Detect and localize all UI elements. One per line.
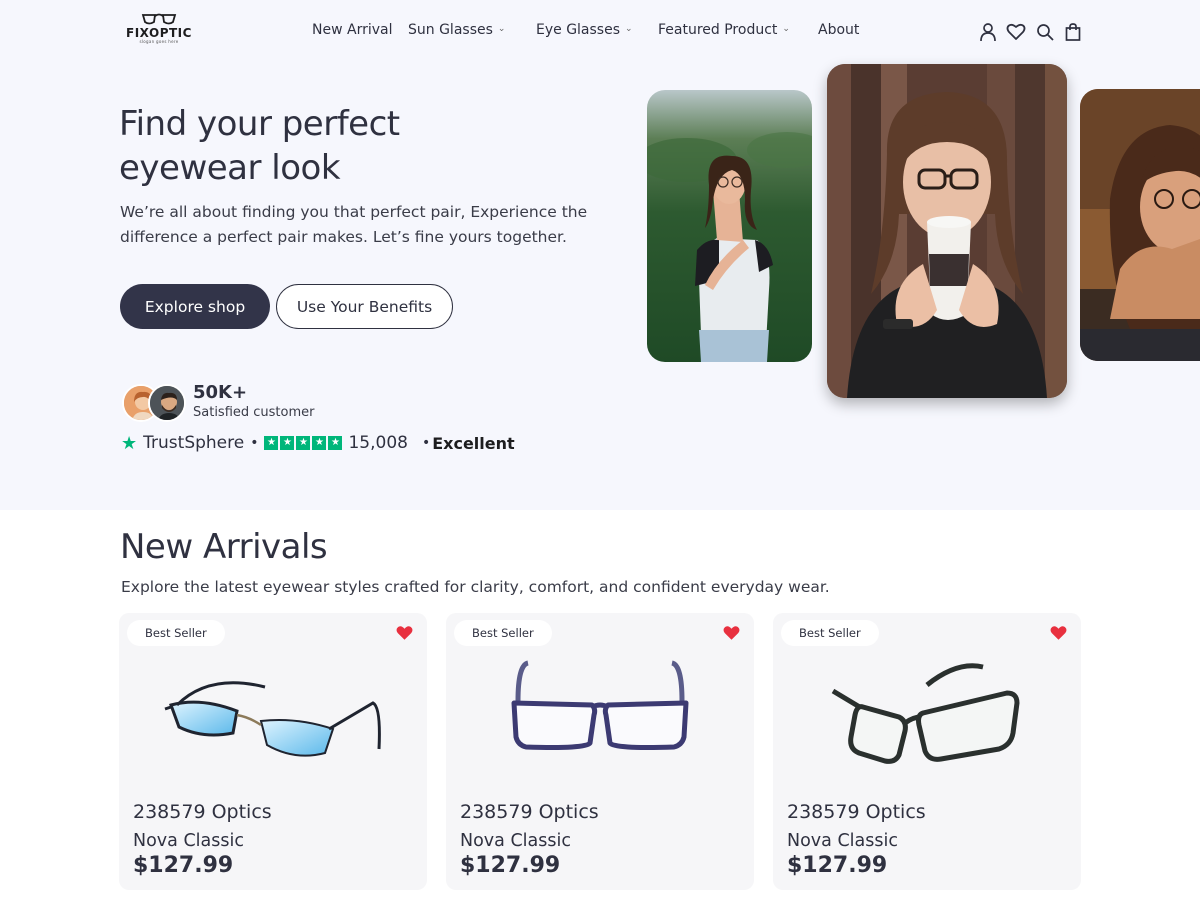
hero-photo-woman-field <box>647 90 812 362</box>
hero-title-line-2: eyewear look <box>119 148 341 188</box>
best-seller-badge: Best Seller <box>781 620 879 646</box>
product-name: Nova Classic <box>460 831 571 851</box>
customer-count: 50K+ <box>193 382 248 403</box>
user-icon[interactable] <box>978 22 998 42</box>
hero-photo-woman-coffee <box>827 64 1067 398</box>
glasses-logo-icon <box>141 13 177 25</box>
separator-dot: • <box>250 435 259 451</box>
product-price: $127.99 <box>460 853 561 878</box>
product-image-rimless-glasses <box>164 681 381 757</box>
brand-name: FIXOPTIC <box>126 26 192 40</box>
star-icon: ★ <box>121 432 138 454</box>
star-icon: ★ <box>296 436 311 450</box>
favorite-heart-icon[interactable] <box>396 625 413 641</box>
product-brand: 238579 Optics <box>787 801 926 823</box>
nav-item-new-arrival[interactable]: New Arrival <box>312 22 392 38</box>
product-brand: 238579 Optics <box>133 801 272 823</box>
star-icon: ★ <box>312 436 327 450</box>
heart-icon[interactable] <box>1006 22 1026 42</box>
nav-item-label: Eye Glasses <box>536 22 621 38</box>
hero-title-line-1: Find your perfect <box>119 104 400 144</box>
rating-stars: ★ ★ ★ ★ ★ <box>264 436 343 450</box>
search-icon[interactable] <box>1035 22 1055 42</box>
nav-item-eye-glasses[interactable]: Eye Glasses ⌄ <box>536 22 633 38</box>
product-image-purple-glasses <box>511 660 689 750</box>
brand-logo[interactable]: FIXOPTIC slogan goes here <box>126 12 192 50</box>
nav-item-label: New Arrival <box>312 22 393 38</box>
star-icon: ★ <box>280 436 295 450</box>
star-icon: ★ <box>328 436 343 450</box>
section-title: New Arrivals <box>120 527 328 567</box>
product-name: Nova Classic <box>133 831 244 851</box>
favorite-heart-icon[interactable] <box>723 625 740 641</box>
favorite-heart-icon[interactable] <box>1050 625 1067 641</box>
chevron-down-icon: ⌄ <box>497 24 506 34</box>
avatar <box>148 384 186 422</box>
nav-item-featured-product[interactable]: Featured Product ⌄ <box>658 22 790 38</box>
explore-shop-button[interactable]: Explore shop <box>120 284 270 329</box>
product-brand: 238579 Optics <box>460 801 599 823</box>
section-description: Explore the latest eyewear styles crafte… <box>121 578 830 596</box>
hero-title: Find your perfect eyewear look <box>119 102 539 190</box>
nav-item-label: About <box>818 22 860 38</box>
product-card[interactable]: Best Seller 238579 Optics Nova Classic $… <box>446 613 754 890</box>
chevron-down-icon: ⌄ <box>625 24 633 34</box>
site-header: FIXOPTIC slogan goes here New Arrival Su… <box>0 0 1200 64</box>
chevron-down-icon: ⌄ <box>782 24 790 34</box>
customer-avatars <box>122 384 186 422</box>
shopping-bag-icon[interactable] <box>1063 22 1083 42</box>
use-benefits-button[interactable]: Use Your Benefits <box>276 284 453 329</box>
review-count: 15,008 <box>348 433 408 453</box>
hero-description: We’re all about finding you that perfect… <box>120 203 588 246</box>
product-price: $127.99 <box>133 853 234 878</box>
nav-item-label: Sun Glasses <box>408 22 493 38</box>
customer-count-label: Satisfied customer <box>193 405 315 420</box>
separator-dot: • <box>421 435 431 451</box>
trust-rating[interactable]: ★ TrustSphere • ★ ★ ★ ★ ★ 15,008 • Excel… <box>121 430 515 456</box>
nav-item-sun-glasses[interactable]: Sun Glasses ⌄ <box>408 22 505 38</box>
product-name: Nova Classic <box>787 831 898 851</box>
star-icon: ★ <box>264 436 279 450</box>
rating-label: Excellent <box>432 433 515 453</box>
best-seller-badge: Best Seller <box>127 620 225 646</box>
hero-photo-woman-cafe <box>1080 89 1200 361</box>
product-image-black-glasses <box>831 663 1020 764</box>
nav-item-about[interactable]: About <box>818 22 859 38</box>
product-price: $127.99 <box>787 853 888 878</box>
product-card[interactable]: Best Seller 238579 Optics Nova Classic $… <box>119 613 427 890</box>
product-card[interactable]: Best Seller 238579 Optics Nova Classic $… <box>773 613 1081 890</box>
nav-item-label: Featured Product <box>658 22 778 38</box>
trust-brand: TrustSphere <box>143 433 245 453</box>
best-seller-badge: Best Seller <box>454 620 552 646</box>
